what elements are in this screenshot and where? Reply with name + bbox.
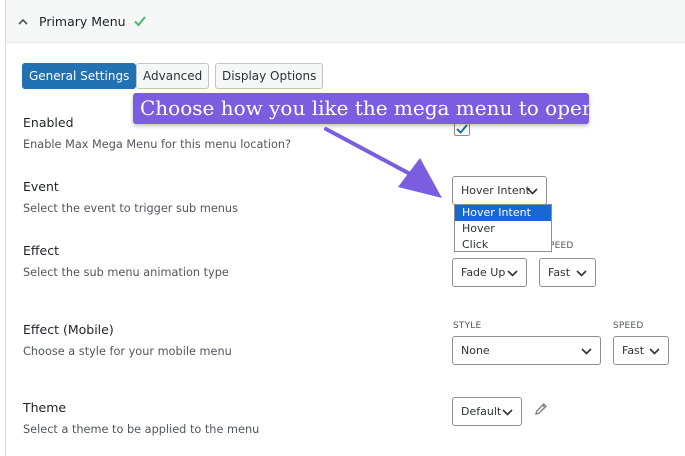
- annotation-arrow-icon: [324, 127, 442, 198]
- pencil-icon[interactable]: [534, 402, 548, 416]
- tab-general-settings[interactable]: General Settings: [22, 63, 137, 89]
- enabled-description: Enable Max Mega Menu for this menu locat…: [23, 138, 292, 151]
- event-label: Event: [23, 179, 59, 194]
- event-select[interactable]: Hover Intent: [452, 176, 547, 205]
- effect-label: Effect: [23, 243, 59, 258]
- dropdown-option[interactable]: Hover: [455, 221, 551, 237]
- annotation-callout: Choose how you like the mega menu to ope…: [133, 93, 595, 124]
- dropdown-option[interactable]: Click: [455, 237, 551, 253]
- effect-mobile-speed-select[interactable]: Fast: [613, 336, 669, 365]
- effect-style-value: Fade Up: [461, 266, 506, 279]
- effect-style-select[interactable]: Fade Up: [452, 258, 527, 287]
- panel-title: Primary Menu: [39, 14, 126, 29]
- menu-settings-panel: Primary Menu General Settings Advanced D…: [5, 0, 685, 456]
- style-column-header: STYLE: [453, 321, 482, 331]
- enabled-label: Enabled: [23, 115, 74, 130]
- theme-description: Select a theme to be applied to the menu: [23, 423, 260, 436]
- annotation-callout-text: Choose how you like the mega menu to ope…: [140, 96, 595, 120]
- theme-label: Theme: [23, 400, 67, 415]
- chevron-down-icon: [581, 348, 592, 355]
- effect-description: Select the sub menu animation type: [23, 266, 229, 279]
- speed-column-header: SPEED: [613, 321, 644, 331]
- effect-mobile-speed-value: Fast: [622, 344, 645, 357]
- enabled-checkbox[interactable]: [454, 122, 470, 136]
- chevron-down-icon: [576, 270, 587, 277]
- effect-speed-header: PEED: [549, 241, 574, 251]
- effect-mobile-label: Effect (Mobile): [23, 322, 114, 337]
- event-description: Select the event to trigger sub menus: [23, 202, 238, 215]
- effect-speed-value: Fast: [548, 266, 571, 279]
- chevron-down-icon: [527, 188, 538, 195]
- event-dropdown-list: Hover Intent Hover Click: [454, 204, 552, 252]
- chevron-down-icon: [649, 348, 660, 355]
- effect-speed-select[interactable]: Fast: [539, 258, 596, 287]
- checkmark-icon: [456, 124, 468, 134]
- effect-mobile-description: Choose a style for your mobile menu: [23, 345, 232, 358]
- tab-advanced[interactable]: Advanced: [136, 63, 210, 89]
- check-icon: [134, 16, 146, 27]
- effect-mobile-style-value: None: [461, 344, 490, 357]
- tab-display-options[interactable]: Display Options: [215, 63, 324, 89]
- theme-select-value: Default: [461, 405, 502, 418]
- dropdown-option[interactable]: Hover Intent: [455, 205, 551, 221]
- chevron-up-icon[interactable]: [18, 18, 28, 26]
- event-select-value: Hover Intent: [461, 184, 530, 197]
- panel-header[interactable]: Primary Menu: [6, 0, 685, 43]
- chevron-down-icon: [502, 409, 513, 416]
- effect-mobile-style-select[interactable]: None: [452, 336, 601, 365]
- theme-select[interactable]: Default: [452, 397, 522, 426]
- chevron-down-icon: [507, 270, 518, 277]
